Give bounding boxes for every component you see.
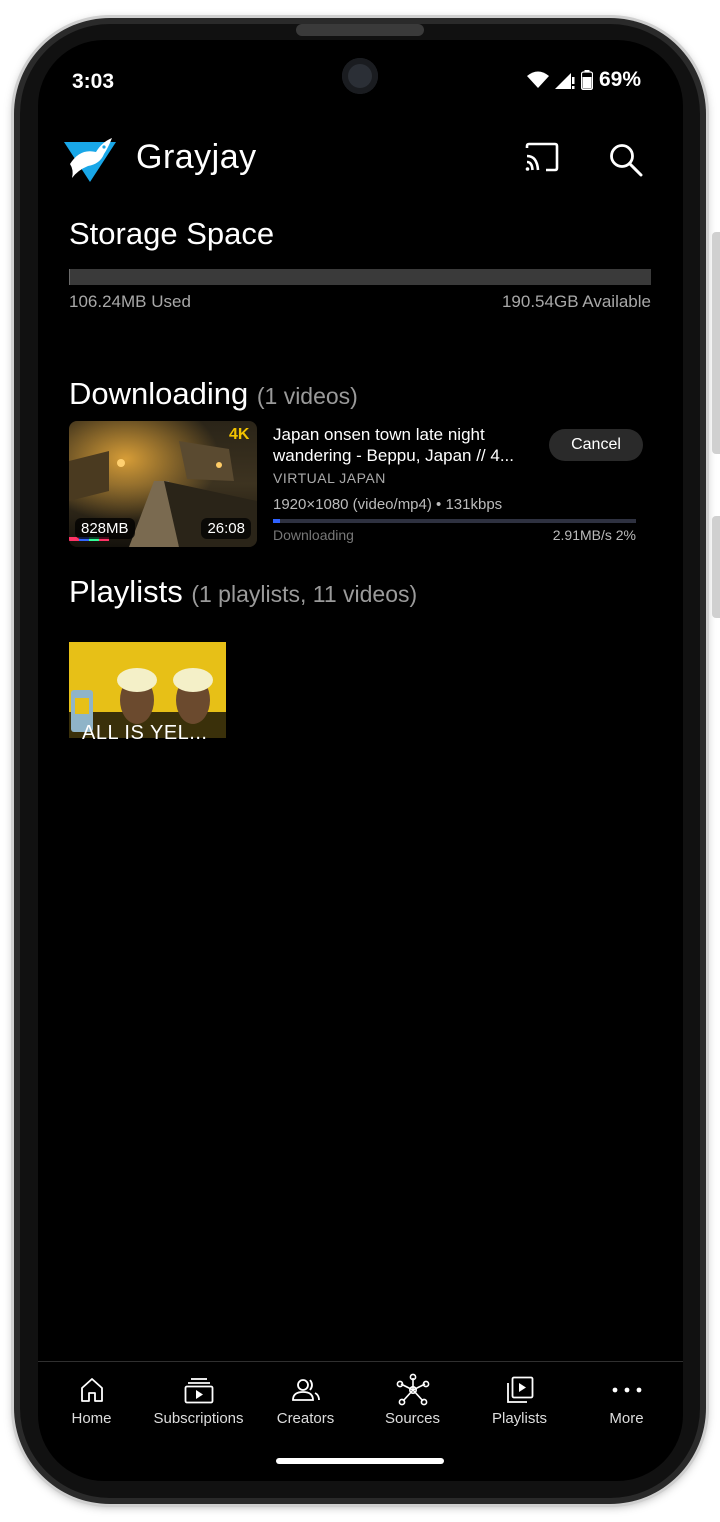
subscriptions-icon (184, 1378, 213, 1404)
downloading-title: Downloading (1 videos) (69, 376, 358, 412)
storage-title: Storage Space (69, 216, 275, 251)
nav-more[interactable]: More (573, 1374, 680, 1427)
playlists-title: Playlists (1 playlists, 11 videos) (69, 574, 417, 610)
front-camera (342, 58, 378, 94)
battery-percent: 69% (598, 68, 641, 91)
video-format: 1920×1080 (video/mp4) • 131kbps (273, 496, 503, 513)
nav-home-label: Home (71, 1410, 112, 1427)
status-icons: 69% (526, 68, 641, 92)
storage-bar (69, 269, 651, 285)
sources-icon (396, 1373, 429, 1406)
nav-creators-label: Creators (276, 1410, 335, 1427)
video-size-badge: 828MB (75, 518, 135, 539)
search-icon[interactable] (608, 142, 644, 178)
video-channel: VIRTUAL JAPAN (273, 470, 386, 486)
nav-creators[interactable]: Creators (252, 1374, 359, 1427)
downloading-count: (1 videos) (256, 383, 358, 409)
signal-icon (554, 73, 575, 89)
more-icon (612, 1387, 641, 1393)
video-title[interactable]: Japan onsen town late night wandering - … (273, 424, 543, 466)
screen: 3:03 69% Grayjay Storage Space 106.24MB … (38, 40, 683, 1481)
cancel-button[interactable]: Cancel (549, 429, 643, 461)
status-time: 3:03 (72, 70, 115, 93)
side-button (712, 516, 720, 618)
nav-sources[interactable]: Sources (359, 1373, 466, 1427)
wifi-icon (526, 71, 549, 88)
nav-subscriptions[interactable]: Subscriptions (145, 1374, 252, 1427)
home-icon (80, 1378, 103, 1402)
storage-used: 106.24MB Used (69, 292, 191, 311)
playlists-count: (1 playlists, 11 videos) (191, 581, 418, 607)
storage-available: 190.54GB Available (501, 292, 651, 311)
bottom-navigation: Home Subscriptions Creators Sources Play… (38, 1361, 683, 1452)
playlists-icon (506, 1376, 533, 1403)
nav-more-label: More (609, 1410, 644, 1427)
app-title: Grayjay (136, 138, 257, 176)
nav-subscriptions-label: Subscriptions (153, 1410, 244, 1427)
downloading-label: Downloading (69, 376, 249, 411)
cast-icon[interactable] (524, 142, 560, 174)
download-progress-fill (273, 519, 281, 523)
video-duration-badge: 26:08 (201, 518, 251, 539)
nav-home[interactable]: Home (38, 1374, 145, 1427)
download-status: Downloading (273, 527, 354, 543)
download-speed: 2.91MB/s 2% (552, 527, 636, 543)
nav-playlists[interactable]: Playlists (466, 1374, 573, 1427)
creators-icon (291, 1379, 320, 1401)
home-indicator[interactable] (276, 1458, 444, 1464)
nav-sources-label: Sources (384, 1410, 441, 1427)
svg-text:4K: 4K (229, 426, 250, 443)
side-button (712, 232, 720, 454)
battery-icon (580, 70, 593, 90)
video-thumbnail[interactable]: 4K 828MB 26:08 (69, 421, 257, 547)
grayjay-logo-icon (64, 138, 116, 182)
speaker-grille (296, 24, 424, 36)
playlists-label: Playlists (69, 574, 183, 609)
nav-playlists-label: Playlists (491, 1410, 547, 1427)
app-bar: Grayjay (38, 130, 683, 190)
playlist-title: ALL IS YEL... (82, 722, 208, 744)
download-progress-bar (273, 519, 636, 523)
